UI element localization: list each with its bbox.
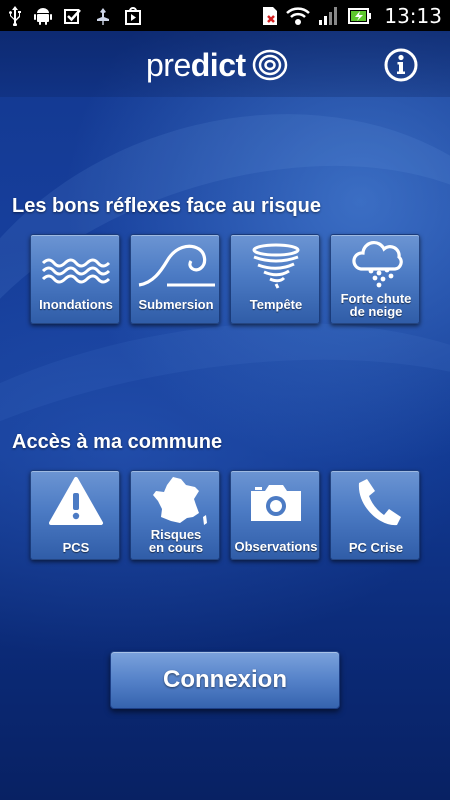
tile-label: Submersion	[138, 297, 214, 312]
tile-forte-chute-de-neige[interactable]: Forte chute de neige	[330, 234, 420, 324]
battery-charging-icon	[348, 7, 372, 24]
wave-icon	[138, 244, 215, 287]
tile-label: en cours	[148, 540, 204, 555]
info-icon[interactable]	[384, 48, 418, 82]
pin-icon	[97, 7, 109, 25]
tile-label: PCS	[62, 540, 90, 555]
tile-label: Observations	[234, 539, 318, 554]
signal-icon	[319, 6, 338, 25]
section-title-reflexes: Les bons réflexes face au risque	[12, 195, 322, 217]
tornado-icon	[252, 243, 300, 289]
logo-text: predict	[146, 47, 246, 84]
logo-text-pre: pre	[146, 46, 191, 83]
tile-submersion[interactable]: Submersion	[130, 234, 220, 324]
connexion-button[interactable]: Connexion	[110, 651, 340, 709]
wifi-icon	[286, 6, 311, 25]
france-map-icon	[153, 477, 207, 525]
app-screen: predict Les bons réflexes face au risque…	[0, 31, 450, 800]
section-title-commune: Accès à ma commune	[12, 431, 223, 453]
system-icons: 13:13	[262, 4, 442, 28]
app-header: predict	[0, 31, 450, 97]
tile-inondations[interactable]: Inondations	[30, 234, 120, 324]
waves-icon	[41, 258, 111, 284]
sim-missing-icon	[263, 6, 278, 25]
phone-icon	[358, 479, 401, 526]
play-store-icon	[125, 6, 141, 25]
predict-logo: predict	[146, 45, 288, 85]
logo-text-dict: dict	[190, 46, 246, 83]
tile-label: Inondations	[39, 297, 113, 312]
camera-icon	[251, 485, 301, 521]
tile-label: Tempête	[249, 297, 303, 312]
status-bar: 13:13	[0, 0, 450, 31]
swirl-logo-icon	[252, 49, 287, 81]
clock: 13:13	[384, 3, 442, 28]
android-icon	[34, 7, 52, 25]
tile-observations[interactable]: Observations	[230, 470, 320, 560]
tile-label: de neige	[349, 304, 403, 319]
tile-pc-crise[interactable]: PC Crise	[330, 470, 420, 560]
tile-pcs[interactable]: PCS	[30, 470, 120, 560]
snow-cloud-icon	[352, 240, 403, 288]
tile-tempete[interactable]: Tempête	[230, 234, 320, 324]
tile-risques-en-cours[interactable]: Risques en cours	[130, 470, 220, 560]
usb-icon	[9, 5, 21, 26]
notification-icons	[8, 5, 142, 26]
tile-label: PC Crise	[348, 540, 404, 555]
warning-icon	[49, 477, 103, 525]
checkbox-icon	[64, 8, 81, 24]
